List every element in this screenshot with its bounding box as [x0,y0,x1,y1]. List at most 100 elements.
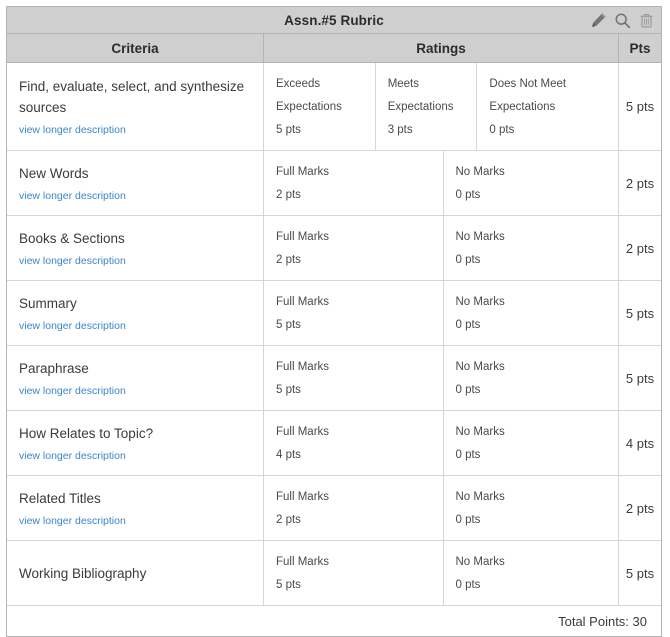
criterion-points: 2 pts [625,240,655,256]
rating-label-line1: Full Marks [276,231,330,243]
criterion-points: 5 pts [625,99,655,114]
rating-label-line1: Does Not Meet [489,78,567,90]
criterion-name: Paraphrase [19,361,89,377]
rating-label-line2: Expectations [489,101,556,113]
rating-points: 0 pts [489,124,515,136]
rating-option[interactable]: No Marks 0 pts [442,346,619,410]
page-title: Assn.#5 Rubric [284,12,384,28]
rating-label-line1: No Marks [455,556,505,568]
table-body: Find, evaluate, select, and synthesize s… [7,63,661,606]
rating-option[interactable]: No Marks 0 pts [442,151,619,215]
criterion-points: 5 pts [625,370,655,386]
rating-points: 0 pts [455,579,481,591]
view-longer-description-link[interactable]: view longer description [19,124,251,138]
view-longer-description-link[interactable]: view longer description [19,385,251,399]
rating-points: 4 pts [276,449,301,461]
table-header-row: Criteria Ratings Pts [7,34,661,63]
rubric-toolbar [590,7,655,34]
rating-option[interactable]: Full Marks 5 pts [264,281,443,345]
rating-label-line2: Expectations [387,101,454,113]
table-row: Find, evaluate, select, and synthesize s… [7,63,661,151]
search-icon[interactable] [614,12,631,29]
criterion-points: 2 pts [625,500,655,516]
table-row: Related Titles view longer description Ful… [7,476,661,541]
criteria-cell: How Relates to Topic? view longer descrip… [7,411,264,475]
table-row: How Relates to Topic? view longer descrip… [7,411,661,476]
criterion-name: Summary [19,296,77,312]
rating-option[interactable]: Full Marks 5 pts [264,541,443,605]
view-longer-description-link[interactable]: view longer description [19,255,251,269]
rating-option[interactable]: Exceeds Expectations 5 pts [264,63,375,150]
ratings-cell-group: Full Marks 4 pts No Marks 0 pts [264,411,619,475]
rating-option[interactable]: No Marks 0 pts [442,216,619,280]
criteria-cell: New Words view longer description [7,151,264,215]
rating-label-line1: Meets [387,78,420,90]
rating-points: 0 pts [455,319,481,331]
ratings-cell-group: Full Marks 5 pts No Marks 0 pts [264,281,619,345]
criterion-name: Books & Sections [19,231,125,247]
rating-label-line1: No Marks [455,296,505,308]
rating-points: 2 pts [276,514,301,526]
rating-option[interactable]: Full Marks 2 pts [264,476,443,540]
rating-option[interactable]: Meets Expectations 3 pts [374,63,477,150]
ratings-cell-group: Full Marks 5 pts No Marks 0 pts [264,346,619,410]
criterion-name: How Relates to Topic? [19,426,154,442]
rating-points: 0 pts [455,449,481,461]
ratings-cell-group: Full Marks 2 pts No Marks 0 pts [264,476,619,540]
criterion-name: New Words [19,166,89,182]
table-row: Summary view longer description Full Marks… [7,281,661,346]
criteria-cell: Related Titles view longer description [7,476,264,540]
criterion-name: Find, evaluate, select, and synthesize s… [19,79,245,116]
rating-option[interactable]: Full Marks 5 pts [264,346,443,410]
rating-label-line1: Full Marks [276,296,330,308]
rating-label-line1: Full Marks [276,556,330,568]
rating-option[interactable]: No Marks 0 pts [442,281,619,345]
view-longer-description-link[interactable]: view longer description [19,450,251,464]
rating-option[interactable]: Full Marks 2 pts [264,216,443,280]
view-longer-description-link[interactable]: view longer description [19,320,251,334]
table-row: Books & Sections view longer description F… [7,216,661,281]
view-longer-description-link[interactable]: view longer description [19,190,251,204]
rating-option[interactable]: No Marks 0 pts [442,476,619,540]
rating-points: 5 pts [276,579,301,591]
rating-points: 0 pts [455,254,481,266]
rating-label-line1: Full Marks [276,426,330,438]
rating-option[interactable]: No Marks 0 pts [442,541,619,605]
column-header-pts: Pts [629,40,651,56]
rating-option[interactable]: Does Not Meet Expectations 0 pts [476,63,618,150]
ratings-cell-group: Full Marks 2 pts No Marks 0 pts [264,151,619,215]
ratings-cell-group: Exceeds Expectations 5 pts Meets Expectation… [264,63,619,150]
criterion-points: 5 pts [625,565,655,581]
rating-points: 2 pts [276,254,301,266]
rating-option[interactable]: Full Marks 2 pts [264,151,443,215]
criterion-name: Related Titles [19,491,101,507]
rating-label-line1: Full Marks [276,491,330,503]
rubric-table: Assn.#5 Rubric Criteria Ratings Pts Find… [6,6,662,637]
rating-label-line1: Exceeds [276,78,321,90]
rating-points: 0 pts [455,514,481,526]
rating-points: 0 pts [455,384,481,396]
rating-points: 5 pts [276,384,301,396]
rating-label-line1: No Marks [455,231,505,243]
rating-points: 0 pts [455,189,481,201]
rating-points: 5 pts [276,319,301,331]
trash-icon[interactable] [638,12,655,29]
criterion-points: 4 pts [625,435,655,451]
criterion-points: 2 pts [625,175,655,191]
table-row: Paraphrase view longer description Full Ma… [7,346,661,411]
rating-points: 3 pts [387,124,413,136]
column-header-criteria: Criteria [7,34,264,62]
edit-pencil-icon[interactable] [590,12,607,29]
table-row: New Words view longer description Full Mar… [7,151,661,216]
rating-points: 2 pts [276,189,301,201]
total-points-label: Total Points: 30 [558,613,647,629]
view-longer-description-link[interactable]: view longer description [19,515,251,529]
ratings-cell-group: Full Marks 2 pts No Marks 0 pts [264,216,619,280]
criteria-cell: Working Bibliography [7,541,264,605]
rating-points: 5 pts [276,124,301,136]
rating-option[interactable]: Full Marks 4 pts [264,411,443,475]
rating-label-line2: Expectations [276,101,342,113]
rating-label-line1: Full Marks [276,166,330,178]
rating-option[interactable]: No Marks 0 pts [442,411,619,475]
criterion-points: 5 pts [625,305,655,321]
